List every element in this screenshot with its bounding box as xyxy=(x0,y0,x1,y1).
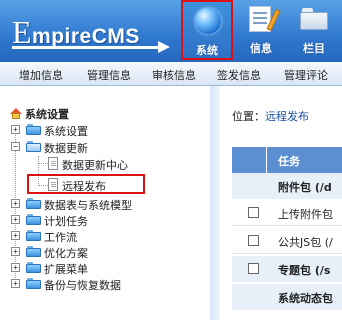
logo-initial: E xyxy=(12,14,33,50)
logo-wordmark: mpireCMS xyxy=(32,25,140,48)
main-content: 位置：远程发布 任务 附件包 (/d 上传附件包 公共JS包 (/ 专题包 (/… xyxy=(210,86,342,320)
submenu-sign-info[interactable]: 签发信息 xyxy=(217,67,261,83)
tree-node-label: 优化方案 xyxy=(44,247,88,260)
page-icon xyxy=(48,157,58,170)
tree-node-label: 数据更新中心 xyxy=(62,159,128,172)
top-nav-info-label: 信息 xyxy=(250,42,272,55)
submenu-add-info[interactable]: 增加信息 xyxy=(19,67,63,83)
open-folder-icon xyxy=(26,141,41,152)
row-checkbox[interactable] xyxy=(248,235,259,246)
document-edit-icon xyxy=(249,6,281,32)
submenu-manage-info[interactable]: 管理信息 xyxy=(87,67,131,83)
highlight-box xyxy=(27,174,145,194)
table-row: 附件包 (/d xyxy=(232,173,342,199)
top-nav-system-label: 系统 xyxy=(196,44,218,57)
folder-icon xyxy=(26,246,41,257)
table-row: 上传附件包 xyxy=(232,200,342,226)
expand-plus-icon[interactable]: + xyxy=(11,231,20,240)
table-cell-text: 公共JS包 (/ xyxy=(278,236,333,249)
sidebar-tree: 系统设置 + 系统设置 − 数据更新 数据更新中心 远程发布 + 数据表与系统模… xyxy=(0,86,210,320)
globe-icon xyxy=(195,8,221,34)
tree-node-label: 数据更新 xyxy=(44,142,88,155)
logo-underline xyxy=(12,46,162,49)
folder-icon xyxy=(26,198,41,209)
top-nav-info[interactable]: 信息 xyxy=(236,0,286,60)
submenu-review-info[interactable]: 审核信息 xyxy=(152,67,196,83)
empirecms-logo: EmpireCMS xyxy=(0,0,178,62)
expand-plus-icon[interactable]: + xyxy=(11,247,20,256)
breadcrumb-link[interactable]: 远程发布 xyxy=(265,110,309,123)
tree-node-extension-menu[interactable]: + 扩展菜单 xyxy=(11,260,201,276)
table-header-task: 任务 xyxy=(278,155,300,168)
tree-root-label: 系统设置 xyxy=(25,108,69,121)
tree-node-label: 数据表与系统模型 xyxy=(44,199,132,212)
tree-node-workflow[interactable]: + 工作流 xyxy=(11,228,201,244)
top-nav-column[interactable]: 栏目 xyxy=(289,0,339,60)
folder-icon xyxy=(300,8,328,30)
expand-plus-icon[interactable]: + xyxy=(11,125,20,134)
folder-icon xyxy=(26,278,41,289)
row-checkbox[interactable] xyxy=(248,207,259,218)
tree-node-label: 计划任务 xyxy=(44,215,88,228)
tree-root[interactable]: 系统设置 xyxy=(10,106,69,122)
collapse-minus-icon[interactable]: − xyxy=(11,142,20,151)
tree-connector xyxy=(38,163,48,164)
tree-node-label: 系统设置 xyxy=(44,125,88,138)
table-cell-text: 附件包 (/d xyxy=(278,181,332,194)
content-divider xyxy=(210,86,220,320)
expand-plus-icon[interactable]: + xyxy=(11,279,20,288)
tree-node-data-update[interactable]: − 数据更新 xyxy=(11,139,201,155)
table-row: 专题包 (/s xyxy=(232,256,342,282)
top-nav-column-label: 栏目 xyxy=(303,42,325,55)
breadcrumb-label: 位置： xyxy=(232,110,265,123)
tree-node-label: 工作流 xyxy=(44,231,77,244)
expand-plus-icon[interactable]: + xyxy=(11,263,20,272)
tree-node-optimization[interactable]: + 优化方案 xyxy=(11,244,201,260)
folder-icon xyxy=(26,214,41,225)
tree-node-label: 备份与恢复数据 xyxy=(44,279,121,292)
expand-plus-icon[interactable]: + xyxy=(11,215,20,224)
tree-node-system-settings[interactable]: + 系统设置 xyxy=(11,122,201,138)
app-header: EmpireCMS 系统 信息 栏目 xyxy=(0,0,342,62)
folder-icon xyxy=(26,230,41,241)
table-cell-text: 专题包 (/s xyxy=(278,264,331,277)
row-checkbox[interactable] xyxy=(248,263,259,274)
folder-icon xyxy=(26,124,41,135)
table-cell-text: 系统动态包 xyxy=(278,292,333,305)
top-nav-system[interactable]: 系统 xyxy=(181,0,233,60)
logo-arrow-icon xyxy=(158,41,170,53)
tree-node-scheduled-tasks[interactable]: + 计划任务 xyxy=(11,212,201,228)
home-icon xyxy=(10,108,22,119)
table-row: 公共JS包 (/ xyxy=(232,228,342,254)
expand-plus-icon[interactable]: + xyxy=(11,199,20,208)
tree-node-data-update-center[interactable]: 数据更新中心 xyxy=(48,156,198,172)
table-cell-text: 上传附件包 xyxy=(278,208,333,221)
table-row: 系统动态包 xyxy=(232,284,342,310)
tree-node-label: 扩展菜单 xyxy=(44,263,88,276)
tree-node-backup-restore[interactable]: + 备份与恢复数据 xyxy=(11,276,201,292)
tree-node-data-tables[interactable]: + 数据表与系统模型 xyxy=(11,196,206,212)
folder-icon xyxy=(26,262,41,273)
submenu-manage-comments[interactable]: 管理评论 xyxy=(284,67,328,83)
breadcrumb: 位置：远程发布 xyxy=(232,108,309,124)
table-header-row: 任务 xyxy=(232,147,342,173)
sub-menu-bar: 增加信息 管理信息 审核信息 签发信息 管理评论 xyxy=(0,62,342,86)
